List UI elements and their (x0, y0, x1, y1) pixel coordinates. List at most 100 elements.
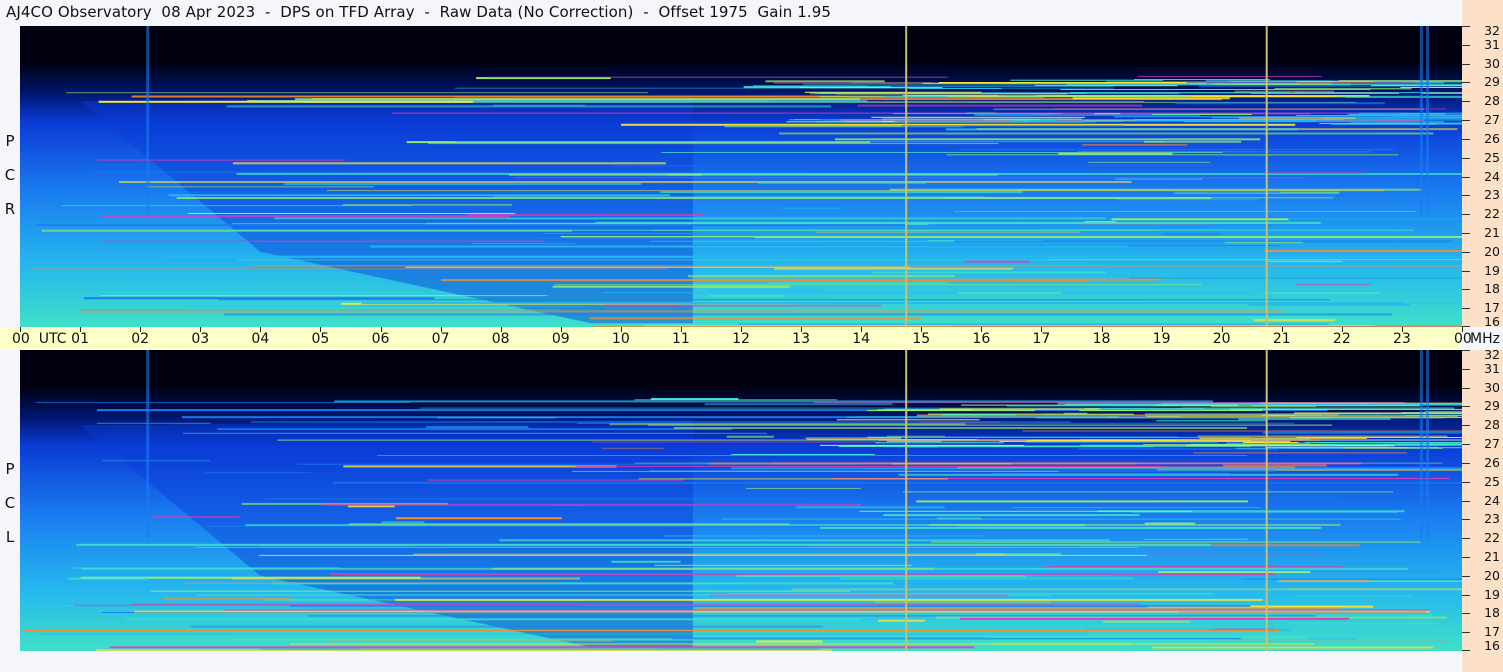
rcp-interference-line (1296, 283, 1370, 285)
rcp-interference-line (644, 325, 1375, 326)
lcp-band-activity-line (1006, 405, 1155, 407)
lcp-interference-line (592, 441, 881, 443)
panel-bottom-pol-char: L (5, 528, 15, 546)
lcp-interference-line (820, 526, 1322, 529)
lcp-interference-line (663, 535, 984, 537)
lcp-interference-line (878, 619, 925, 622)
rcp-interference-line (362, 237, 755, 240)
lcp-interference-line (68, 577, 149, 580)
time-tick-mark (380, 327, 382, 332)
lcp-interference-line (731, 467, 1462, 470)
rcp-interference-line (708, 290, 820, 292)
rcp-interference-line (758, 182, 927, 184)
rcp-interference-line (250, 265, 1462, 267)
frequency-tick-label: 19 (1484, 262, 1500, 278)
lcp-band-activity-line (1079, 410, 1263, 412)
lcp-interference-line (1222, 464, 1327, 467)
lcp-interference-line (184, 582, 558, 584)
time-tick-label: 16 (972, 331, 991, 347)
time-tick-mark (981, 327, 983, 332)
frequency-tick-label: 20 (1484, 243, 1500, 259)
rcp-interference-line (993, 108, 1425, 110)
lcp-interference-line (572, 470, 1059, 472)
rcp-interference-line (61, 205, 412, 207)
frequency-axis-top: 16 17 18 19 20 21 22 23 24 25 26 27 28 29 30 31 32 (1462, 23, 1503, 328)
rcp-interference-line (611, 165, 1214, 167)
rcp-band-activity-line (1319, 123, 1414, 124)
frequency-tick-mark (1462, 82, 1470, 84)
frequency-tick-label: 29 (1484, 74, 1500, 90)
rcp-interference-line (1262, 292, 1381, 295)
rcp-interference-line (98, 100, 474, 103)
lcp-interference-line (73, 567, 340, 569)
rcp-band-activity-line (1114, 116, 1390, 118)
frequency-tick-mark (1462, 289, 1470, 291)
rcp-vertical-streak (146, 26, 150, 215)
lcp-band-activity-line (1079, 438, 1311, 440)
lcp-vertical-streak (1419, 350, 1423, 539)
rcp-interference-line (783, 207, 840, 209)
time-tick-mark (1281, 327, 1283, 332)
lcp-interference-line (395, 598, 1263, 601)
lcp-interference-line (674, 427, 1247, 429)
rcp-interference-line (471, 243, 576, 245)
frequency-tick-label: 22 (1484, 530, 1500, 546)
rcp-interference-line (766, 281, 950, 284)
rcp-band-activity-line (1034, 85, 1093, 86)
frequency-tick-mark (1462, 157, 1470, 159)
rcp-interference-line (91, 171, 807, 173)
time-tick-mark (1462, 327, 1463, 332)
rcp-interference-line (361, 302, 1403, 305)
frequency-tick-mark (1462, 613, 1470, 615)
rcp-interference-line (30, 268, 668, 270)
lcp-band-activity-line (1320, 439, 1462, 441)
lcp-interference-line (1158, 571, 1311, 574)
rcp-interference-line (1264, 250, 1462, 252)
lcp-interference-line (710, 588, 1290, 590)
rcp-interference-line (1248, 303, 1411, 306)
lcp-band-activity-line (1181, 407, 1455, 409)
frequency-tick-mark (1462, 308, 1470, 310)
lcp-interference-line (1143, 538, 1248, 540)
spectrogram-lcp (20, 350, 1462, 651)
frequency-tick-label: 31 (1484, 360, 1500, 376)
lcp-interference-line (638, 478, 948, 480)
frequency-tick-mark (1462, 214, 1470, 216)
lcp-interference-line (37, 633, 1089, 635)
frequency-tick-mark (1462, 120, 1470, 122)
lcp-band-activity-line (875, 442, 1004, 444)
time-tick-mark (140, 327, 142, 332)
lcp-interference-line (654, 564, 913, 566)
lcp-band-activity-line (805, 437, 902, 439)
frequency-tick-label: 27 (1484, 436, 1500, 452)
lcp-band-activity-line (1322, 413, 1462, 415)
rcp-band-activity-line (850, 96, 1044, 98)
panel-top-pol-char: R (4, 200, 16, 218)
lcp-interference-line (102, 460, 210, 462)
time-tick-mark (1101, 327, 1103, 332)
lcp-interference-line (859, 510, 1192, 512)
rcp-band-activity-line (1372, 81, 1462, 83)
rcp-band-activity-line (1082, 119, 1374, 121)
frequency-tick-label: 32 (1484, 23, 1500, 38)
lcp-interference-line (426, 426, 529, 429)
time-tick-mark (20, 327, 21, 332)
lcp-interference-line (163, 597, 293, 600)
lcp-interference-line (736, 575, 1026, 578)
frequency-tick-label: 23 (1484, 511, 1500, 527)
rcp-vertical-streak (1419, 26, 1423, 215)
lcp-band-activity-line (1370, 403, 1462, 405)
lcp-band-activity-line (1063, 412, 1088, 414)
lcp-interference-line (231, 577, 580, 580)
lcp-interference-line (883, 514, 1140, 517)
lcp-band-activity-line (1289, 417, 1462, 419)
lcp-band-activity-line (1406, 447, 1462, 449)
time-tick-label: 08 (491, 331, 510, 347)
lcp-interference-line (413, 553, 1005, 555)
rcp-band-activity-line (804, 91, 982, 93)
rcp-band-activity-line (1184, 121, 1445, 123)
rcp-interference-line (284, 183, 641, 185)
rcp-interference-line (370, 245, 1129, 248)
rcp-band-activity-line (1060, 89, 1371, 90)
time-tick-label: 03 (191, 331, 210, 347)
